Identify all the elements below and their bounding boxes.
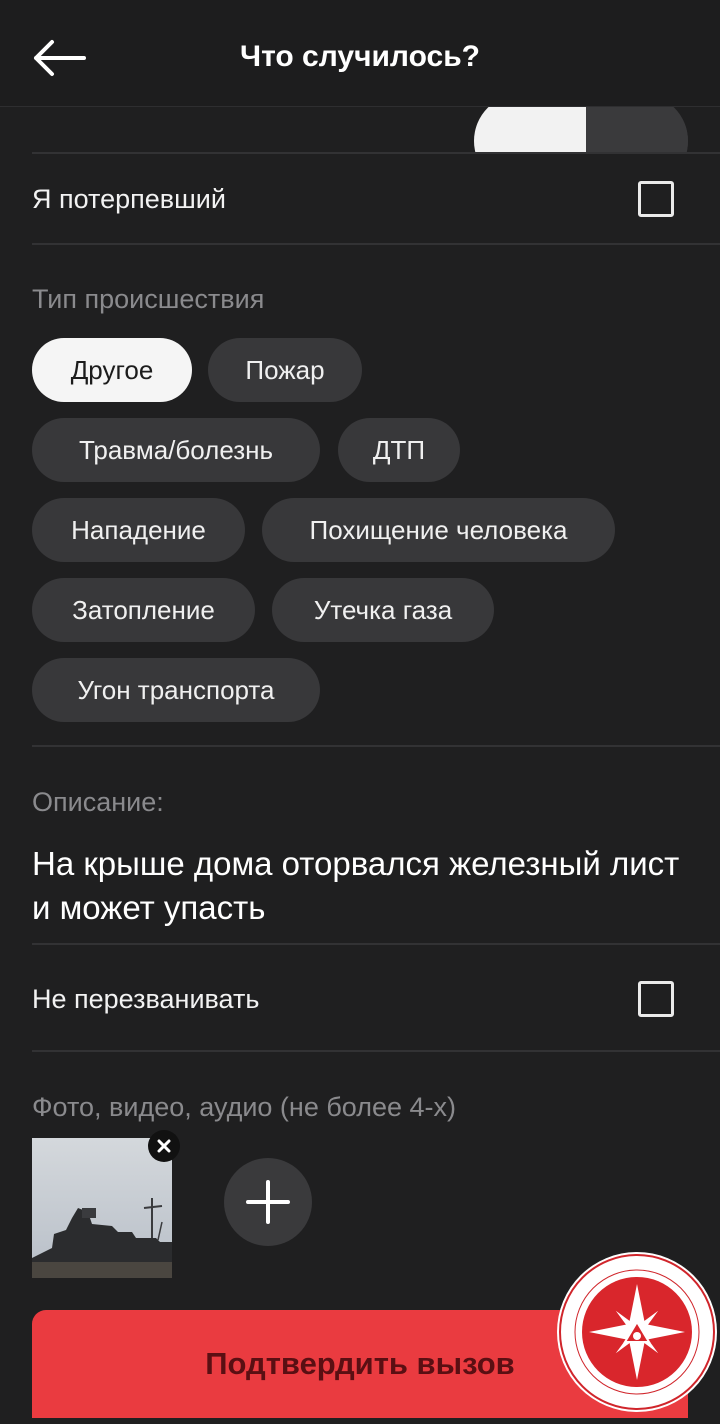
victim-label: Я потерпевший	[32, 184, 226, 214]
add-media-button[interactable]	[224, 1158, 312, 1246]
chip-injury-illness[interactable]: Травма/болезнь	[32, 418, 320, 482]
chip-flood[interactable]: Затопление	[32, 578, 255, 642]
victim-checkbox[interactable]	[638, 181, 674, 217]
close-icon	[157, 1139, 171, 1153]
chip-gas-leak[interactable]: Утечка газа	[272, 578, 494, 642]
chip-fire[interactable]: Пожар	[208, 338, 362, 402]
divider	[32, 943, 720, 945]
chip-road-accident[interactable]: ДТП	[338, 418, 460, 482]
plus-icon	[246, 1180, 290, 1224]
description-field[interactable]: На крыше дома оторвался железный лист и …	[32, 842, 692, 930]
no-callback-checkbox[interactable]	[638, 981, 674, 1017]
emergency-committee-logo	[557, 1252, 717, 1412]
incident-type-label: Тип происшествия	[32, 284, 265, 314]
remove-attachment-button[interactable]	[148, 1130, 180, 1162]
chip-assault[interactable]: Нападение	[32, 498, 245, 562]
divider	[32, 152, 720, 154]
chip-kidnapping[interactable]: Похищение человека	[262, 498, 615, 562]
no-callback-label: Не перезванивать	[32, 984, 260, 1014]
description-label: Описание:	[32, 787, 164, 817]
divider	[32, 1050, 720, 1052]
chip-other[interactable]: Другое	[32, 338, 192, 402]
page-title: Что случилось?	[240, 40, 480, 73]
divider	[32, 243, 720, 245]
chip-vehicle-theft[interactable]: Угон транспорта	[32, 658, 320, 722]
top-app-bar: Что случилось?	[0, 0, 720, 107]
divider	[32, 745, 720, 747]
media-label: Фото, видео, аудио (не более 4-х)	[32, 1092, 457, 1122]
